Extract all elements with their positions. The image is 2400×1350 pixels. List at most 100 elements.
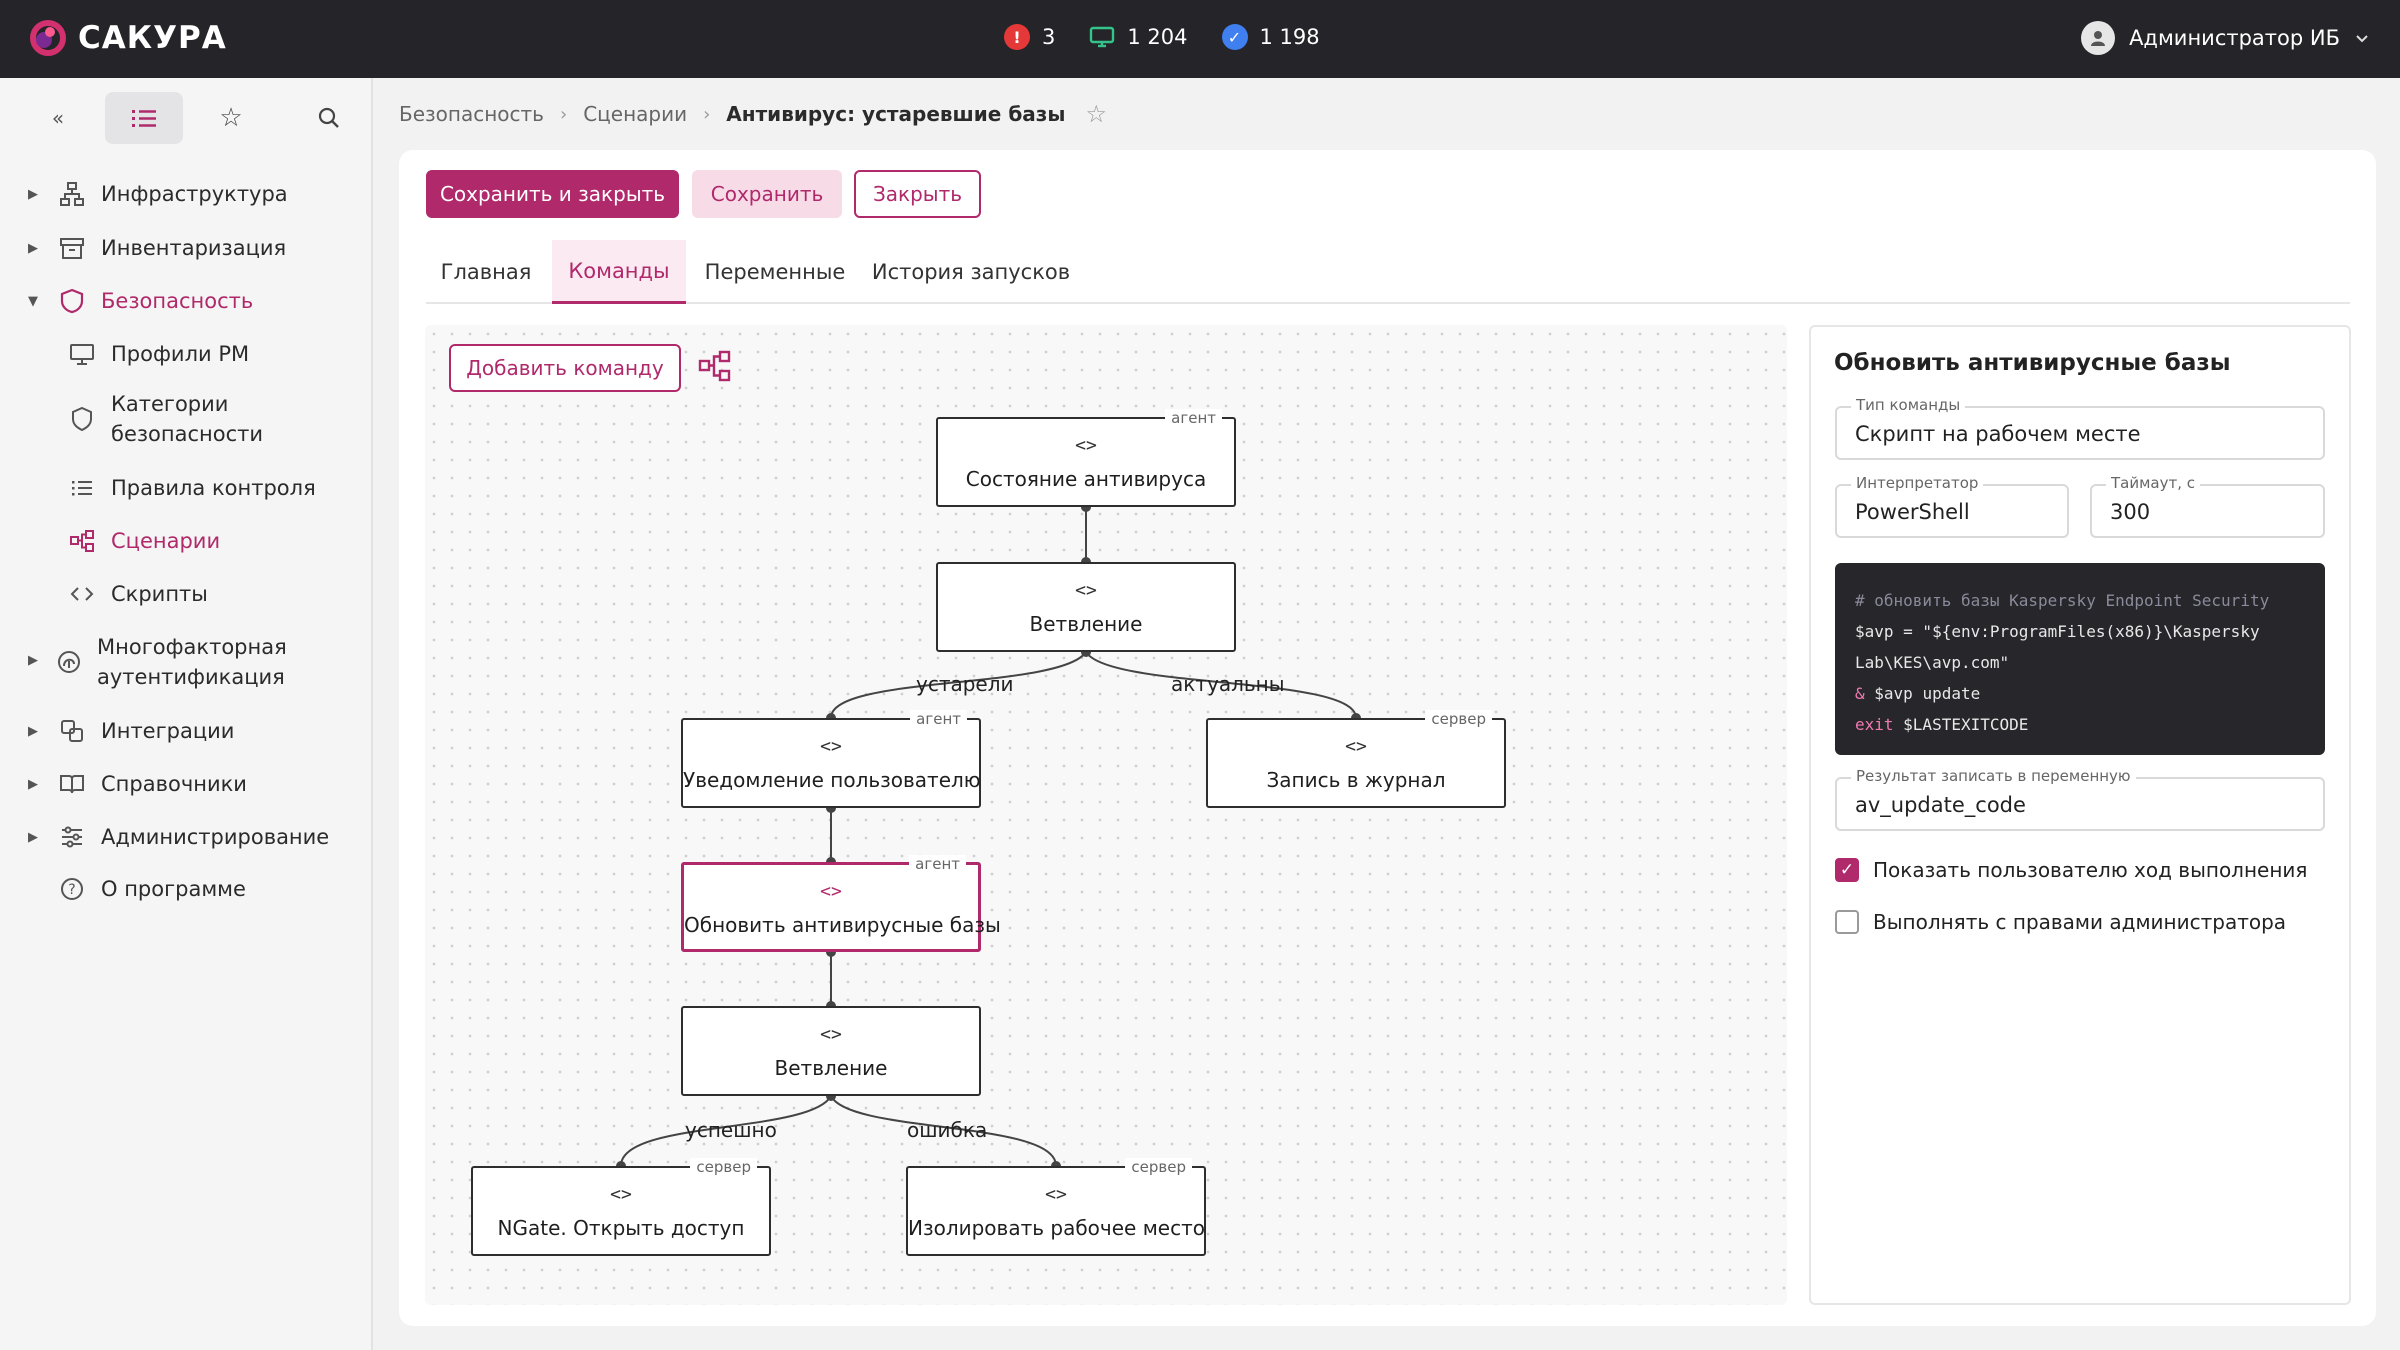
workstations-count: 1 204 bbox=[1127, 25, 1188, 49]
node-label: Ветвление bbox=[1029, 612, 1143, 636]
code-operator: & bbox=[1855, 684, 1865, 703]
code-icon: <> bbox=[610, 1184, 632, 1205]
code-icon: <> bbox=[820, 1024, 842, 1045]
breadcrumb-link-security[interactable]: Безопасность bbox=[399, 102, 544, 126]
sidebar-item-directories[interactable]: ▶ Справочники bbox=[0, 766, 373, 802]
sidebar-item-scripts[interactable]: Скрипты bbox=[0, 576, 373, 612]
sidebar-item-integrations[interactable]: ▶ Интеграции bbox=[0, 713, 373, 749]
top-bar: САКУРА ! 3 1 204 ✓ 1 198 Администратор И… bbox=[0, 0, 2400, 78]
field-label: Интерпретатор bbox=[1851, 474, 1984, 492]
network-icon bbox=[58, 180, 86, 208]
sidebar-item-label: Сценарии bbox=[111, 529, 221, 553]
user-menu[interactable]: Администратор ИБ bbox=[2081, 21, 2370, 55]
timeout-field[interactable]: Таймаут, с 300 bbox=[2090, 474, 2325, 538]
flow-node-antivirus-state[interactable]: агент <> Состояние антивируса bbox=[936, 409, 1236, 507]
save-button[interactable]: Сохранить bbox=[692, 170, 842, 218]
sidebar-item-label: Правила контроля bbox=[111, 476, 316, 500]
sidebar-item-label: Инфраструктура bbox=[101, 182, 288, 206]
sidebar-item-workstation-profiles[interactable]: Профили РМ bbox=[0, 336, 373, 372]
sidebar-item-label-line1: Категории bbox=[111, 392, 229, 416]
auto-layout-icon[interactable] bbox=[697, 348, 733, 384]
interpreter-field[interactable]: Интерпретатор PowerShell bbox=[1835, 474, 2069, 538]
save-and-close-button[interactable]: Сохранить и закрыть bbox=[426, 170, 679, 218]
app-logo[interactable]: САКУРА bbox=[28, 18, 227, 58]
node-label: Изолировать рабочее место bbox=[908, 1216, 1205, 1240]
workstations-counter[interactable]: 1 204 bbox=[1089, 25, 1188, 49]
tab-bar: Главная Команды Переменные История запус… bbox=[426, 240, 2350, 304]
sidebar-item-inventory[interactable]: ▶ Инвентаризация bbox=[0, 230, 373, 266]
flow-node-update-av-bases[interactable]: агент <> Обновить антивирусные базы bbox=[681, 855, 1001, 952]
tab-run-history[interactable]: История запусков bbox=[866, 240, 1076, 304]
code-line: exit $LASTEXITCODE bbox=[1855, 709, 2305, 740]
script-editor[interactable]: # обновить базы Kaspersky Endpoint Secur… bbox=[1835, 563, 2325, 755]
code-text: $avp update bbox=[1864, 684, 1981, 703]
code-icon: <> bbox=[1075, 435, 1097, 456]
status-counters: ! 3 1 204 ✓ 1 198 bbox=[1004, 24, 1320, 50]
sidebar-item-label: Администрирование bbox=[101, 825, 330, 849]
sidebar-item-infrastructure[interactable]: ▶ Инфраструктура bbox=[0, 176, 373, 212]
favorites-button[interactable]: ☆ bbox=[210, 92, 252, 144]
show-progress-checkbox-row[interactable]: ✓ Показать пользователю ход выполнения bbox=[1835, 858, 2307, 882]
help-icon: ? bbox=[58, 875, 86, 903]
checkbox-checked[interactable]: ✓ bbox=[1835, 858, 1859, 882]
sidebar-item-label: Скрипты bbox=[111, 582, 208, 606]
node-label: Ветвление bbox=[774, 1056, 888, 1080]
flow-node-notify-user[interactable]: агент <> Уведомление пользователю bbox=[681, 710, 981, 808]
flow-node-log-entry[interactable]: сервер <> Запись в журнал bbox=[1206, 710, 1506, 808]
sidebar-item-scenarios[interactable]: Сценарии bbox=[0, 523, 373, 559]
sidebar-item-mfa[interactable]: ▶ Многофакторная аутентификация bbox=[0, 629, 373, 695]
alerts-count: 3 bbox=[1042, 25, 1056, 49]
star-icon: ☆ bbox=[219, 103, 243, 133]
flow-node-isolate-workstation[interactable]: сервер <> Изолировать рабочее место bbox=[906, 1158, 1206, 1256]
breadcrumb: Безопасность › Сценарии › Антивирус: уст… bbox=[399, 100, 1107, 128]
flow-node-branch-2[interactable]: <> Ветвление bbox=[681, 1006, 981, 1096]
command-type-field[interactable]: Тип команды Скрипт на рабочем месте bbox=[1835, 396, 2325, 460]
tab-variables[interactable]: Переменные bbox=[692, 240, 858, 304]
flow-node-branch[interactable]: <> Ветвление bbox=[936, 562, 1236, 652]
alert-icon: ! bbox=[1004, 24, 1030, 50]
sidebar-item-security[interactable]: ▼ Безопасность bbox=[0, 283, 373, 319]
sliders-icon bbox=[58, 823, 86, 851]
sidebar-item-administration[interactable]: ▶ Администрирование bbox=[0, 819, 373, 855]
sidebar-item-about[interactable]: ? О программе bbox=[0, 871, 373, 907]
user-name: Администратор ИБ bbox=[2129, 26, 2340, 50]
sidebar-item-label-line1: Многофакторная bbox=[97, 635, 287, 659]
node-label: Уведомление пользователю bbox=[683, 768, 981, 792]
archive-icon bbox=[58, 234, 86, 262]
code-icon: <> bbox=[1345, 736, 1367, 757]
sidebar-item-label-line2: безопасности bbox=[111, 422, 264, 446]
breadcrumb-link-scenarios[interactable]: Сценарии bbox=[583, 102, 687, 126]
code-icon: <> bbox=[1075, 580, 1097, 601]
sidebar-item-security-categories[interactable]: Категории безопасности bbox=[0, 386, 373, 452]
node-label: Обновить антивирусные базы bbox=[684, 913, 1001, 937]
menu-list-button[interactable] bbox=[105, 92, 183, 144]
shield-outline-icon bbox=[68, 405, 96, 433]
app-name: САКУРА bbox=[78, 20, 227, 56]
node-label: Запись в журнал bbox=[1266, 768, 1446, 792]
tab-commands[interactable]: Команды bbox=[552, 240, 686, 304]
flow-node-ngate-open[interactable]: сервер <> NGate. Открыть доступ bbox=[471, 1158, 771, 1256]
caret-right-icon: ▶ bbox=[28, 829, 38, 845]
alerts-counter[interactable]: ! 3 bbox=[1004, 24, 1055, 50]
add-command-button[interactable]: Добавить команду bbox=[449, 344, 681, 392]
result-variable-field[interactable]: Результат записать в переменную av_updat… bbox=[1835, 767, 2325, 831]
tab-main[interactable]: Главная bbox=[426, 240, 546, 304]
page-title: Антивирус: устаревшие базы bbox=[726, 102, 1066, 126]
node-label: NGate. Открыть доступ bbox=[497, 1216, 745, 1240]
avatar bbox=[2081, 21, 2116, 55]
checkbox-unchecked[interactable] bbox=[1835, 910, 1859, 934]
code-text: $LASTEXITCODE bbox=[1893, 715, 2029, 734]
favorite-star-icon[interactable]: ☆ bbox=[1086, 100, 1108, 128]
node-tag: агент bbox=[909, 855, 966, 873]
collapse-sidebar-button[interactable]: « bbox=[36, 92, 80, 144]
field-value: av_update_code bbox=[1855, 793, 2026, 817]
run-as-admin-checkbox-row[interactable]: Выполнять с правами администратора bbox=[1835, 910, 2286, 934]
search-button[interactable] bbox=[308, 92, 350, 144]
code-icon bbox=[68, 580, 96, 608]
close-button[interactable]: Закрыть bbox=[854, 170, 981, 218]
compliant-counter[interactable]: ✓ 1 198 bbox=[1221, 24, 1320, 50]
field-label: Таймаут, с bbox=[2106, 474, 2201, 492]
fingerprint-icon bbox=[55, 648, 83, 676]
sidebar-item-control-rules[interactable]: Правила контроля bbox=[0, 470, 373, 506]
code-icon: <> bbox=[1045, 1184, 1067, 1205]
